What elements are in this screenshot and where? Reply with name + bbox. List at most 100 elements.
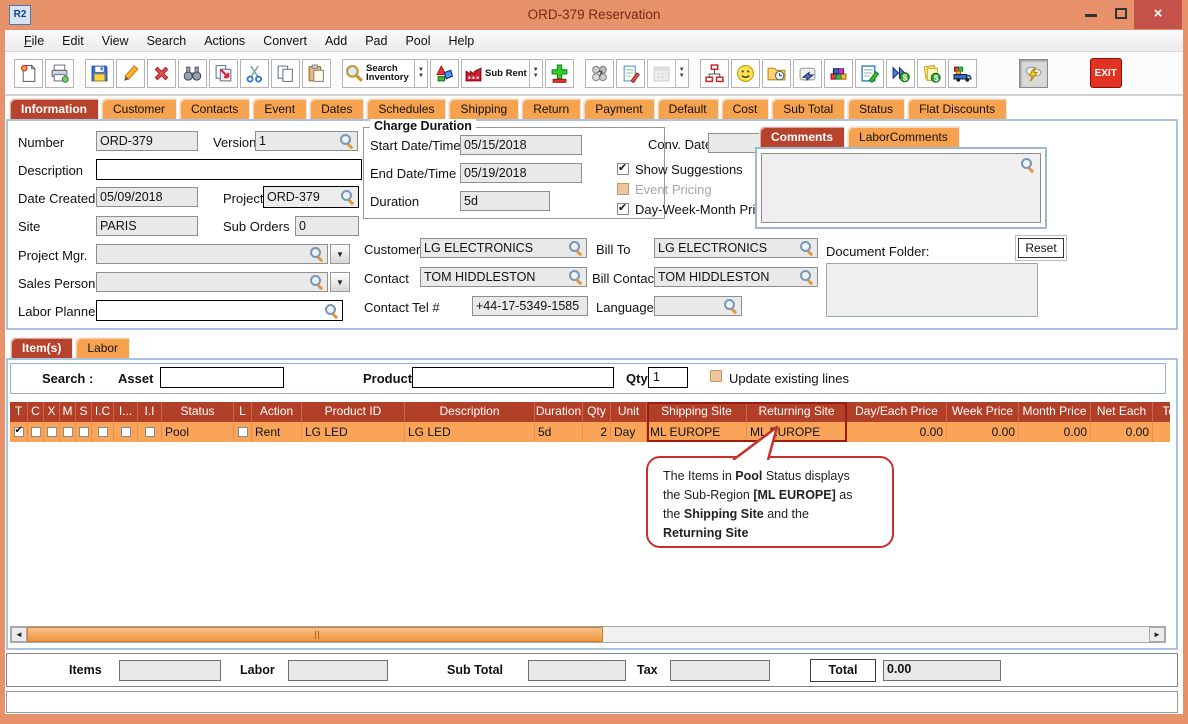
checkbox-show-suggestions[interactable] [617, 163, 629, 175]
language-lookup-icon[interactable] [724, 299, 738, 313]
column-header-l[interactable]: L [234, 402, 252, 422]
sales-person-field[interactable] [96, 272, 328, 292]
version-field[interactable]: 1 [255, 131, 358, 151]
add-item-button[interactable] [545, 59, 574, 88]
column-header-i-i[interactable]: I.I [138, 402, 162, 422]
project-mgr-dropdown[interactable]: ▼ [330, 244, 350, 264]
description-field[interactable] [96, 159, 362, 180]
row-checkbox-x[interactable] [47, 427, 57, 437]
comments-lookup-icon[interactable] [1021, 158, 1035, 172]
contact-lookup-icon[interactable] [569, 270, 583, 284]
search-inventory-dropdown[interactable]: ▼▼ [415, 59, 428, 88]
row-checkbox-i[interactable] [121, 427, 131, 437]
column-header-m[interactable]: M [60, 402, 76, 422]
column-header-i[interactable]: I... [114, 402, 138, 422]
row-checkbox-l[interactable] [238, 427, 248, 437]
project-field[interactable]: ORD-379 [263, 186, 359, 208]
shapes-3d-button[interactable] [430, 59, 459, 88]
tab-status[interactable]: Status [847, 98, 905, 119]
menu-pad[interactable]: Pad [356, 34, 396, 48]
tab-flat-discounts[interactable]: Flat Discounts [907, 98, 1007, 119]
menu-actions[interactable]: Actions [195, 34, 254, 48]
document-folder-box[interactable] [826, 263, 1038, 317]
smiley-feedback-button[interactable] [731, 59, 760, 88]
tab-default[interactable]: Default [657, 98, 719, 119]
labor-planner-lookup-icon[interactable] [325, 304, 339, 318]
delete-button[interactable] [147, 59, 176, 88]
reset-button[interactable]: Reset [1018, 238, 1064, 258]
maximize-button[interactable] [1108, 0, 1134, 29]
cut-button[interactable] [240, 59, 269, 88]
row-checkbox-m[interactable] [63, 427, 73, 437]
row-checkbox-s[interactable] [79, 427, 89, 437]
comments-textarea[interactable] [761, 153, 1041, 223]
shortcut-key-button[interactable] [793, 59, 822, 88]
invoice-money-button[interactable]: $ [917, 59, 946, 88]
product-search-input[interactable] [412, 367, 614, 388]
sales-person-dropdown[interactable]: ▼ [330, 272, 350, 292]
number-field[interactable]: ORD-379 [96, 131, 198, 151]
lightning-actions-button[interactable] [1019, 59, 1048, 88]
query-items-button[interactable]: ? [585, 59, 614, 88]
column-header-t[interactable]: T [10, 402, 28, 422]
column-header-action[interactable]: Action [252, 402, 302, 422]
row-checkbox-i-c[interactable] [98, 427, 108, 437]
notes-button[interactable] [616, 59, 645, 88]
column-header-description[interactable]: Description [405, 402, 535, 422]
scroll-right-button[interactable] [1149, 627, 1165, 642]
truck-delivery-button[interactable] [948, 59, 977, 88]
row-checkbox-c[interactable] [31, 427, 41, 437]
tab-laborcomments[interactable]: LaborComments [847, 126, 960, 147]
column-header-s[interactable]: S [76, 402, 92, 422]
tab-payment[interactable]: Payment [583, 98, 654, 119]
labor-planner-field[interactable] [96, 300, 343, 321]
sales-person-lookup-icon[interactable] [310, 275, 324, 289]
start-date-field[interactable]: 05/15/2018 [460, 135, 582, 155]
tab-contacts[interactable]: Contacts [179, 98, 250, 119]
column-header-returning-site[interactable]: Returning Site [747, 402, 847, 422]
site-field[interactable]: PARIS [96, 216, 198, 236]
row-checkbox-i-i[interactable] [145, 427, 155, 437]
menu-view[interactable]: View [93, 34, 138, 48]
column-header-product-id[interactable]: Product ID [302, 402, 405, 422]
paste-button[interactable] [302, 59, 331, 88]
menu-search[interactable]: Search [138, 34, 196, 48]
menu-edit[interactable]: Edit [53, 34, 93, 48]
minimize-button[interactable] [1078, 0, 1104, 29]
contact-field[interactable]: TOM HIDDLESTON [420, 267, 587, 287]
copy-button[interactable] [271, 59, 300, 88]
tab-item-s[interactable]: Item(s) [10, 337, 73, 358]
bill-to-field[interactable]: LG ELECTRONICS [654, 238, 818, 258]
close-button[interactable] [1134, 0, 1182, 29]
column-header-shipping-site[interactable]: Shipping Site [647, 402, 747, 422]
scrollbar-thumb[interactable] [27, 627, 603, 642]
calendar-dropdown[interactable]: ▼▼ [676, 59, 689, 88]
tab-labor[interactable]: Labor [75, 337, 130, 358]
checkbox-event-pricing[interactable] [617, 183, 629, 195]
exit-button[interactable]: EXIT [1090, 58, 1122, 88]
project-mgr-lookup-icon[interactable] [310, 247, 324, 261]
row-checkbox-t[interactable] [14, 427, 24, 437]
tab-dates[interactable]: Dates [309, 98, 364, 119]
org-chart-button[interactable] [700, 59, 729, 88]
language-field[interactable] [654, 296, 742, 316]
end-date-field[interactable]: 05/19/2018 [460, 163, 582, 183]
table-row[interactable]: PoolRentLG LEDLG LED5d2DayML EUROPEML EU… [10, 422, 1170, 442]
asset-search-input[interactable] [160, 367, 284, 388]
date-created-field[interactable]: 05/09/2018 [96, 187, 198, 207]
find-binoculars-button[interactable] [178, 59, 207, 88]
column-header-unit[interactable]: Unit [611, 402, 647, 422]
menu-file[interactable]: File [15, 34, 53, 48]
menu-convert[interactable]: Convert [254, 34, 316, 48]
tab-information[interactable]: Information [9, 98, 99, 119]
tab-customer[interactable]: Customer [101, 98, 177, 119]
fast-payment-button[interactable]: $ [886, 59, 915, 88]
cube-stack-button[interactable] [824, 59, 853, 88]
tab-return[interactable]: Return [521, 98, 581, 119]
calendar-button[interactable] [647, 59, 676, 88]
column-header-qty[interactable]: Qty [583, 402, 611, 422]
column-header-duration[interactable]: Duration [535, 402, 583, 422]
new-document-button[interactable] [14, 59, 43, 88]
checkbox-day-week-month-pricing[interactable] [617, 203, 629, 215]
contact-tel-field[interactable]: +44-17-5349-1585 [472, 296, 588, 316]
